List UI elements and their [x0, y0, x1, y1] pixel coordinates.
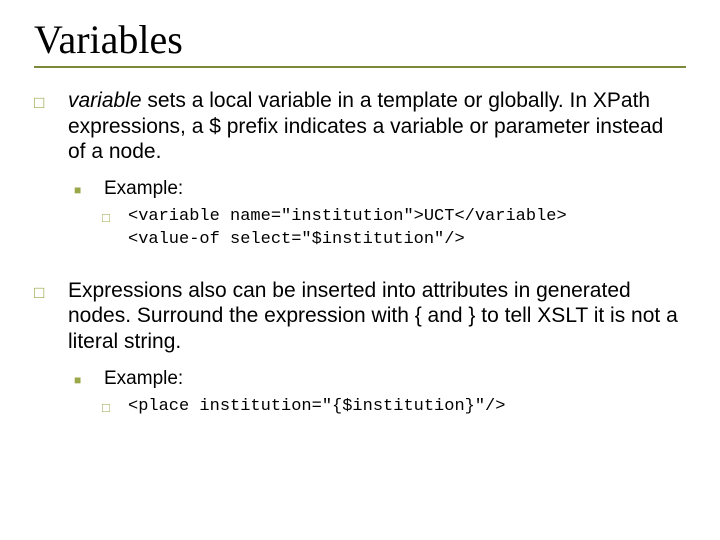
bullet-level-1: □ variable sets a local variable in a te… [34, 88, 686, 256]
example-label: Example: [104, 367, 686, 390]
filled-square-icon: ■ [68, 177, 104, 200]
square-bullet-icon: □ [34, 88, 68, 256]
example-label: Example: [104, 177, 686, 200]
italic-term: variable [68, 89, 142, 112]
bullet-level-3: □ <place institution="{$institution}"/> [98, 396, 686, 419]
bullet-level-3: □ <variable name="institution">UCT</vari… [98, 206, 686, 252]
title-rule [34, 66, 686, 68]
bullet-1-content: variable sets a local variable in a temp… [68, 88, 686, 256]
square-bullet-icon: □ [98, 206, 128, 252]
paragraph-rest: Expressions also can be inserted into at… [68, 279, 678, 353]
code-block: <place institution="{$institution}"/> [128, 396, 686, 419]
paragraph-text: Expressions also can be inserted into at… [68, 279, 678, 353]
paragraph-rest: sets a local variable in a template or g… [68, 89, 663, 163]
bullet-level-1: □ Expressions also can be inserted into … [34, 278, 686, 423]
page-title: Variables [34, 18, 686, 62]
slide: Variables □ variable sets a local variab… [0, 0, 720, 540]
bullet-2-content: Expressions also can be inserted into at… [68, 278, 686, 423]
bullet-level-2: ■ Example: [68, 177, 686, 200]
filled-square-icon: ■ [68, 367, 104, 390]
square-bullet-icon: □ [34, 278, 68, 423]
slide-body: □ variable sets a local variable in a te… [34, 88, 686, 423]
code-block: <variable name="institution">UCT</variab… [128, 206, 686, 252]
paragraph-text: variable sets a local variable in a temp… [68, 89, 663, 163]
square-bullet-icon: □ [98, 396, 128, 419]
bullet-level-2: ■ Example: [68, 367, 686, 390]
